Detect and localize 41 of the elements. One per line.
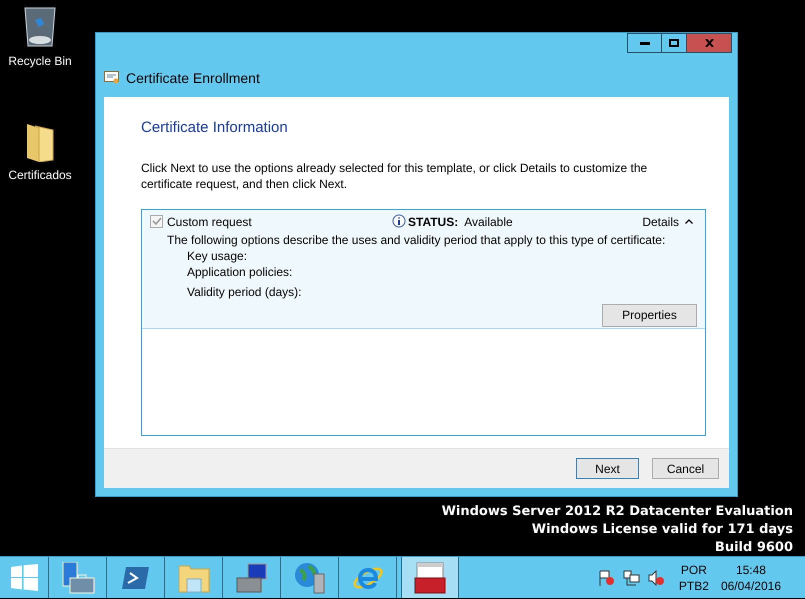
edition-text: Windows Server 2012 R2 Datacenter Evaluation bbox=[442, 503, 793, 521]
field-label: Validity period (days): bbox=[187, 284, 302, 300]
globe-server-icon bbox=[294, 562, 326, 594]
details-toggle[interactable]: Details bbox=[642, 212, 693, 230]
page-heading: Certificate Information bbox=[141, 118, 289, 138]
network-icon bbox=[622, 570, 640, 586]
instructions-text: Click Next to use the options already selected for this template, or click Details to customize the certificate request, and then click Next. bbox=[141, 160, 648, 192]
checkbox[interactable] bbox=[150, 215, 163, 228]
maximize-button[interactable] bbox=[662, 33, 687, 53]
windows-logo-icon bbox=[10, 564, 38, 591]
computer-toolbox-icon bbox=[236, 562, 268, 594]
desktop-icon-label[interactable]: Recycle Bin bbox=[8, 52, 72, 70]
close-icon bbox=[704, 39, 714, 47]
properties-button[interactable]: Properties bbox=[602, 304, 697, 326]
edition-text: Windows License valid for 171 days bbox=[532, 521, 793, 539]
field-label: Application policies: bbox=[187, 264, 294, 280]
terminal-icon bbox=[122, 566, 150, 590]
clock-button[interactable]: 15:48 06/04/2016 bbox=[720, 557, 781, 598]
certificate-item[interactable] bbox=[142, 210, 705, 328]
minimize-button[interactable] bbox=[627, 33, 662, 53]
status-label: STATUS: bbox=[408, 214, 458, 230]
taskbar-button[interactable] bbox=[401, 557, 459, 598]
next-button[interactable]: Next bbox=[576, 458, 639, 479]
field-label: Key usage: bbox=[187, 248, 248, 264]
status-value: Available bbox=[464, 214, 514, 230]
close-button[interactable] bbox=[687, 33, 732, 53]
speaker-error-icon bbox=[648, 570, 665, 586]
flag-error-icon bbox=[598, 570, 615, 586]
desktop-icon-label[interactable]: Certificados bbox=[8, 166, 72, 184]
item-description: The following options describe the uses and validity period that apply to this type of certificate: bbox=[167, 232, 666, 246]
folder-icon bbox=[178, 562, 210, 592]
certificate-icon bbox=[104, 71, 120, 85]
window-title: Certificate Enrollment bbox=[126, 68, 260, 88]
info-icon bbox=[392, 214, 406, 229]
caret-up-icon bbox=[685, 219, 693, 224]
edition-text: Build 9600 bbox=[714, 539, 793, 557]
input-language-button[interactable]: POR PTB2 bbox=[678, 557, 709, 598]
window-toolbox-icon bbox=[414, 562, 446, 594]
certificate-name: Custom request bbox=[167, 214, 253, 230]
server-toolbox-icon bbox=[60, 562, 94, 594]
cancel-button[interactable]: Cancel bbox=[652, 458, 719, 479]
